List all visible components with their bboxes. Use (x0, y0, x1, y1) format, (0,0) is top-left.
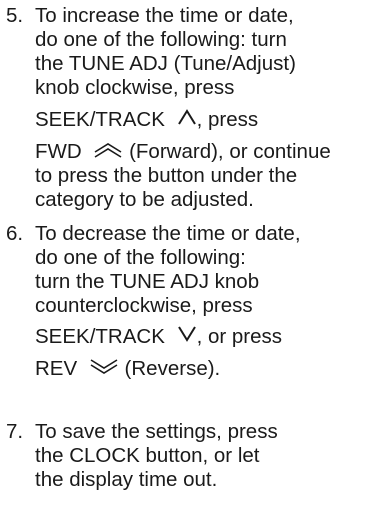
step-text-line: To decrease the time or date, (35, 222, 301, 245)
seek-track-label: SEEK/TRACK (35, 325, 165, 348)
step-text-line-with-icon: SEEK/TRACK , or press (35, 325, 282, 349)
step-text-line: the display time out. (35, 468, 218, 491)
chevron-up-icon (177, 108, 197, 126)
step-text-line-with-icon: SEEK/TRACK , press (35, 108, 258, 132)
step-text-line-with-icon: REV (Reverse). (35, 357, 220, 381)
step-text-line: counterclockwise, press (35, 294, 253, 317)
step-text-line: knob clockwise, press (35, 76, 235, 99)
fwd-label: FWD (35, 140, 82, 163)
chevron-down-icon (177, 325, 197, 343)
step-text-line-with-icon: FWD (Forward), or continue (35, 140, 331, 164)
step-text-line: To save the settings, press (35, 420, 278, 443)
step-text-line: the TUNE ADJ (Tune/Adjust) (35, 52, 296, 75)
step-number: 6. (6, 222, 24, 245)
step-text-line: category to be adjusted. (35, 188, 254, 211)
step-text-line: turn the TUNE ADJ knob (35, 270, 260, 293)
step-text-fragment: , or press (196, 325, 283, 348)
rev-label: REV (35, 357, 78, 380)
step-7: 7. To save the settings, press the CLOCK… (0, 420, 379, 500)
double-chevron-down-icon (89, 359, 119, 375)
step-text-fragment: (Reverse). (118, 357, 221, 380)
step-text-fragment: , press (196, 108, 259, 131)
step-5: 5. To increase the time or date, do one … (0, 0, 379, 211)
step-text-fragment: (Forward), or continue (123, 140, 331, 163)
step-text-line: do one of the following: turn (35, 28, 287, 51)
step-6: 6. To decrease the time or date, do one … (0, 222, 379, 402)
step-text-line: to press the button under the (35, 164, 298, 187)
step-text-line: To increase the time or date, (35, 4, 294, 27)
seek-track-label: SEEK/TRACK (35, 108, 165, 131)
step-text-line: the CLOCK button, or let (35, 444, 260, 467)
step-number: 5. (6, 4, 24, 27)
step-text-line: do one of the following: (35, 246, 246, 269)
double-chevron-up-icon (93, 142, 123, 158)
step-number: 7. (6, 420, 24, 443)
